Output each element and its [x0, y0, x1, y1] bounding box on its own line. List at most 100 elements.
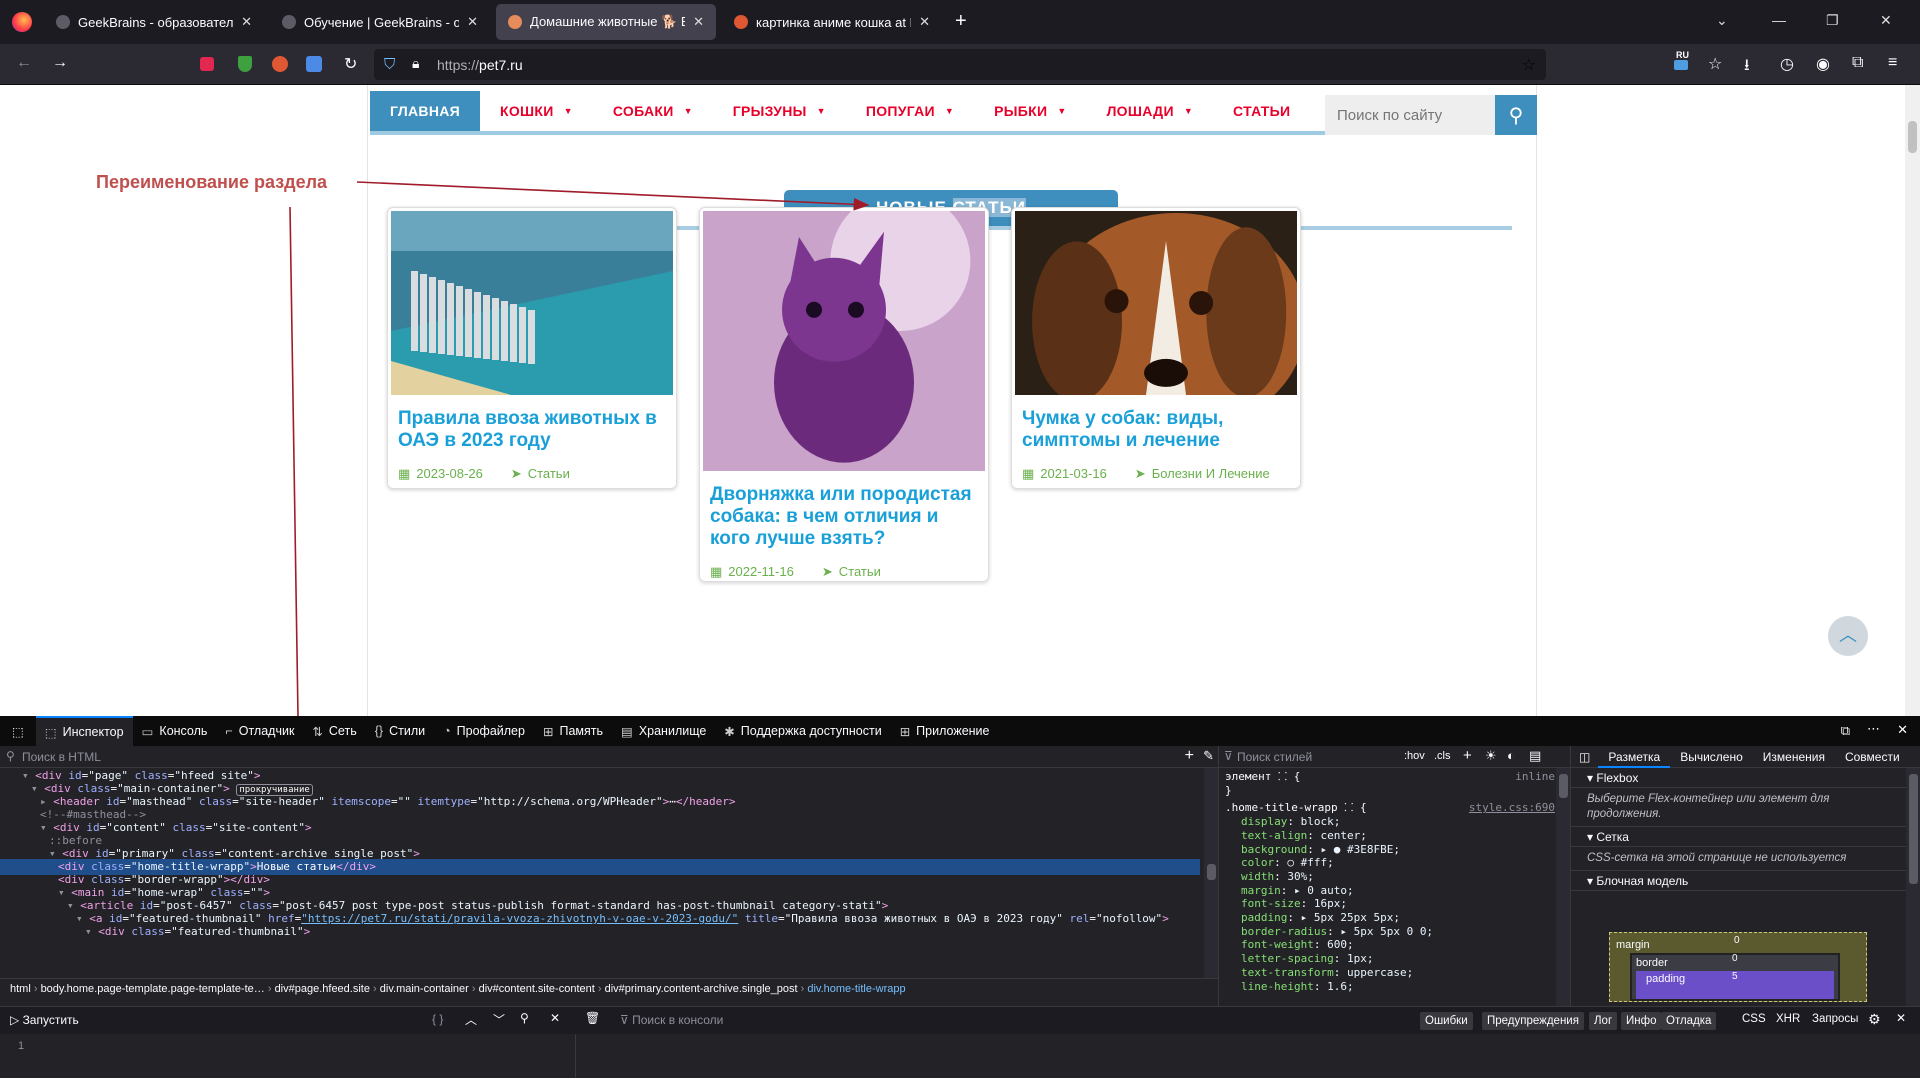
expander-arrow-icon[interactable]: ▾	[85, 925, 98, 938]
devtools-tab-6[interactable]: ⊞ Память	[534, 716, 612, 746]
layout-tab-1[interactable]: Вычислено	[1670, 750, 1753, 764]
scroll-to-top-button[interactable]: ︿	[1828, 616, 1868, 656]
css-declaration[interactable]: text-align: center;	[1225, 829, 1555, 843]
extension-red-icon[interactable]	[200, 57, 214, 71]
reload-icon[interactable]: ↻	[344, 54, 357, 74]
console-type-1[interactable]: XHR	[1776, 1013, 1800, 1025]
devtools-tab-4[interactable]: {} Стили	[366, 716, 434, 746]
css-declaration[interactable]: border-radius: ▸ 5px 5px 0 0;	[1225, 925, 1555, 939]
dark-scheme-icon[interactable]: ◐	[1507, 748, 1515, 763]
console-type-2[interactable]: Запросы	[1812, 1013, 1858, 1025]
list-all-tabs-icon[interactable]: ⌄	[1716, 12, 1728, 29]
css-declaration[interactable]: width: 30%;	[1225, 870, 1555, 884]
browser-tab[interactable]: Домашние животные 🐕 Все ✕	[496, 4, 716, 40]
forward-icon[interactable]: →	[52, 54, 68, 72]
new-tab-button[interactable]: +	[955, 10, 967, 33]
language-extension-icon[interactable]	[1674, 60, 1688, 70]
minimize-icon[interactable]: —	[1772, 12, 1786, 28]
chevron-up-icon[interactable]: ︿	[465, 1011, 477, 1028]
duckduckgo-extension-icon[interactable]	[272, 56, 288, 72]
app-menu-icon[interactable]: ≡	[1888, 54, 1897, 72]
url-bar[interactable]: ⛉ 🔒︎ https://pet7.ru ☆	[374, 49, 1546, 80]
breadcrumb-item[interactable]: div#primary.content-archive.single_post	[605, 983, 798, 995]
browser-tab[interactable]: Обучение | GeekBrains - образовательный …	[270, 4, 490, 40]
console-input[interactable]: 1	[0, 1034, 1920, 1078]
chevron-down-icon[interactable]: ﹀	[493, 1011, 505, 1028]
console-run-button[interactable]: ▷ Запустить	[10, 1013, 79, 1027]
breadcrumb-item[interactable]: div.home-title-wrapp	[807, 983, 905, 995]
print-media-icon[interactable]: ▤	[1529, 748, 1541, 764]
search-icon[interactable]: ⚲	[520, 1011, 529, 1025]
add-rule-icon[interactable]: +	[1463, 747, 1472, 764]
pick-element-icon[interactable]: ⬚	[0, 716, 36, 746]
restore-icon[interactable]: ❐	[1826, 12, 1839, 29]
html-search-input[interactable]: ⚲ Поиск в HTML	[0, 746, 1218, 768]
tab-close-icon[interactable]: ✕	[919, 14, 930, 30]
devtools-tab-7[interactable]: ▤ Хранилище	[612, 716, 715, 746]
css-declaration[interactable]: letter-spacing: 1px;	[1225, 952, 1555, 966]
console-filter-input[interactable]: ⊽ Поиск в консоли	[620, 1013, 723, 1027]
extensions-icon[interactable]: ⧉	[1852, 54, 1863, 72]
lock-icon[interactable]: 🔒︎	[412, 55, 419, 72]
history-icon[interactable]: ◷	[1780, 54, 1794, 74]
breadcrumb-item[interactable]: div#page.hfeed.site	[275, 983, 370, 995]
devtools-close-icon[interactable]: ✕	[1897, 722, 1908, 738]
layout-tab-2[interactable]: Изменения	[1753, 750, 1835, 764]
tab-close-icon[interactable]: ✕	[467, 14, 478, 30]
translate-extension-icon[interactable]	[306, 56, 322, 72]
console-filter-1[interactable]: Предупреждения	[1482, 1012, 1584, 1030]
devtools-tab-1[interactable]: ▭ Консоль	[133, 716, 217, 746]
html-tree-scrollbar[interactable]	[1204, 768, 1218, 978]
sidebar-toggle-icon[interactable]: ◫	[1571, 750, 1598, 764]
shield-extension-icon[interactable]	[238, 56, 252, 72]
pocket-icon[interactable]: ☆	[1708, 54, 1722, 74]
devtools-tab-9[interactable]: ⊞ Приложение	[891, 716, 999, 746]
eyedropper-icon[interactable]: ✎	[1203, 748, 1214, 764]
breadcrumb-item[interactable]: div.main-container	[380, 983, 469, 995]
css-declaration[interactable]: background: ▸ ● #3E8FBE;	[1225, 843, 1555, 857]
css-declaration[interactable]: margin: ▸ 0 auto;	[1225, 884, 1555, 898]
close-icon[interactable]: ✕	[550, 1011, 560, 1025]
css-declaration[interactable]: display: block;	[1225, 815, 1555, 829]
downloads-icon[interactable]: ⭳	[1744, 54, 1750, 81]
url-text[interactable]: https://pet7.ru	[437, 57, 523, 73]
grid-section[interactable]: ▾ Сетка	[1571, 827, 1920, 847]
devtools-tab-2[interactable]: ⌐ Отладчик	[216, 716, 303, 746]
back-icon[interactable]: ←	[16, 54, 32, 72]
pretty-print-icon[interactable]: { }	[432, 1012, 443, 1026]
layout-scrollbar[interactable]	[1906, 768, 1920, 1006]
light-scheme-icon[interactable]: ☀	[1485, 748, 1497, 764]
tab-close-icon[interactable]: ✕	[693, 14, 704, 30]
devtools-tab-3[interactable]: ⇅ Сеть	[303, 716, 365, 746]
breadcrumb-item[interactable]: html	[10, 983, 31, 995]
browser-tab[interactable]: картинка аниме кошка at DuckDuckGo ✕	[722, 4, 942, 40]
page-scrollbar[interactable]	[1905, 85, 1920, 716]
browser-tab[interactable]: GeekBrains - образовательный портал ✕	[44, 4, 264, 40]
devtools-tab-5[interactable]: ◔ Профайлер	[434, 716, 534, 746]
console-filter-4[interactable]: Отладка	[1661, 1012, 1717, 1030]
tab-close-icon[interactable]: ✕	[241, 14, 252, 30]
console-settings-icon[interactable]: ⚙	[1868, 1011, 1881, 1028]
css-declaration[interactable]: font-weight: 600;	[1225, 938, 1555, 952]
tracking-protection-icon[interactable]: ⛉	[384, 56, 395, 73]
dock-side-icon[interactable]: ⧉	[1841, 723, 1850, 739]
rule-source-link[interactable]: style.css:690	[1469, 801, 1555, 815]
bookmark-star-icon[interactable]: ☆	[1522, 55, 1536, 75]
trash-icon[interactable]: 🗑︎	[585, 1011, 600, 1025]
css-declaration[interactable]: font-size: 16px;	[1225, 897, 1555, 911]
devtools-more-icon[interactable]: ⋯	[1867, 721, 1880, 737]
layout-tab-0[interactable]: Разметка	[1598, 746, 1671, 768]
breadcrumb-item[interactable]: div#content.site-content	[479, 983, 595, 995]
box-model-section[interactable]: ▾ Блочная модель	[1571, 871, 1920, 891]
console-type-0[interactable]: CSS	[1742, 1013, 1766, 1025]
firefox-menu-icon[interactable]	[12, 12, 32, 32]
close-window-icon[interactable]: ✕	[1880, 12, 1892, 29]
css-declaration[interactable]: line-height: 1.6;	[1225, 980, 1555, 994]
account-icon[interactable]: ◉	[1816, 54, 1830, 74]
devtools-tab-0[interactable]: ⬚ Инспектор	[35, 716, 133, 746]
console-filter-2[interactable]: Лог	[1589, 1012, 1618, 1030]
html-tree-node[interactable]: ▾ <div class="featured-thumbnail">	[0, 924, 310, 940]
add-node-icon[interactable]: +	[1185, 747, 1194, 765]
console-close-icon[interactable]: ✕	[1896, 1011, 1906, 1025]
flexbox-section[interactable]: ▾ Flexbox	[1571, 768, 1920, 788]
